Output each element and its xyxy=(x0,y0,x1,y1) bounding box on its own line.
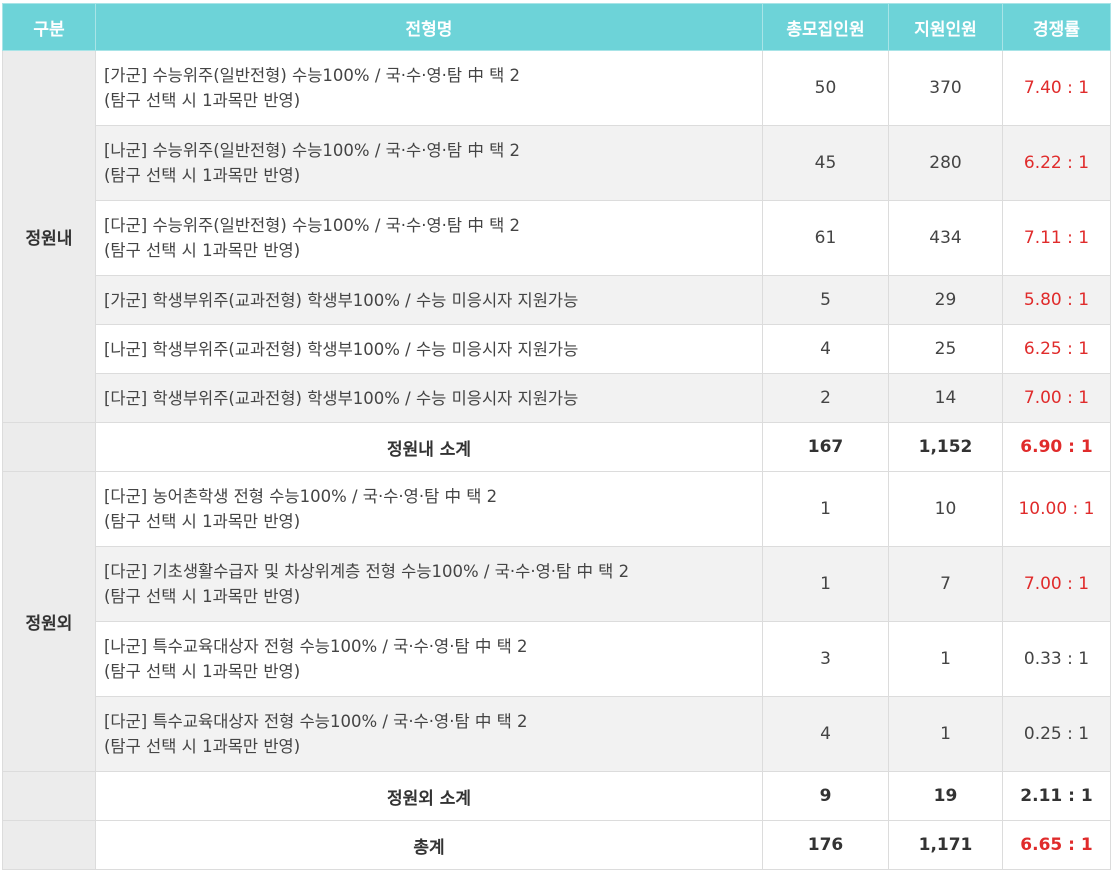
total-quota-cell: 61 xyxy=(762,200,889,276)
admission-name-cell: [다군] 특수교육대상자 전형 수능100% / 국·수·영·탐 中 택 2 (탐… xyxy=(95,696,763,772)
subtotal-total-quota: 167 xyxy=(762,422,889,472)
total-quota-cell: 1 xyxy=(762,471,889,547)
total-quota-cell: 4 xyxy=(762,324,889,374)
applicants-cell: 280 xyxy=(888,125,1003,201)
table-row: [나군] 특수교육대상자 전형 수능100% / 국·수·영·탐 中 택 2 (탐… xyxy=(3,621,1111,697)
ratio-cell: 7.00 : 1 xyxy=(1002,373,1111,423)
admission-stats-table: 구분 전형명 총모집인원 지원인원 경쟁률 정원내 [가군] 수능위주(일반전형… xyxy=(2,3,1111,870)
admission-name-cell: [나군] 수능위주(일반전형) 수능100% / 국·수·영·탐 中 택 2 (탐… xyxy=(95,125,763,201)
subtotal-ratio: 6.90 : 1 xyxy=(1002,422,1111,472)
total-quota-cell: 1 xyxy=(762,546,889,622)
grand-total-category-cell xyxy=(2,820,96,870)
grand-total-quota: 176 xyxy=(762,820,889,870)
table-row: 정원내 [가군] 수능위주(일반전형) 수능100% / 국·수·영·탐 中 택… xyxy=(2,50,1111,423)
admission-name-cell: [다군] 학생부위주(교과전형) 학생부100% / 수능 미응시자 지원가능 xyxy=(95,373,763,423)
table-row: [다군] 학생부위주(교과전형) 학생부100% / 수능 미응시자 지원가능 … xyxy=(3,373,1111,423)
applicants-cell: 370 xyxy=(888,50,1003,126)
subtotal-category-cell xyxy=(2,771,96,821)
table-row: [다군] 기초생활수급자 및 차상위계층 전형 수능100% / 국·수·영·탐… xyxy=(3,546,1111,622)
header-category: 구분 xyxy=(2,3,96,51)
subtotal-total-quota: 9 xyxy=(762,771,889,821)
total-quota-cell: 3 xyxy=(762,621,889,697)
ratio-cell: 0.25 : 1 xyxy=(1002,696,1111,772)
applicants-cell: 7 xyxy=(888,546,1003,622)
table-header-row: 구분 전형명 총모집인원 지원인원 경쟁률 xyxy=(2,3,1111,51)
table-row: [나군] 학생부위주(교과전형) 학생부100% / 수능 미응시자 지원가능 … xyxy=(3,324,1111,374)
subtotal-category-cell xyxy=(2,422,96,472)
applicants-cell: 1 xyxy=(888,621,1003,697)
subtotal-label: 정원외 소계 xyxy=(95,771,763,821)
table-row: [다군] 수능위주(일반전형) 수능100% / 국·수·영·탐 中 택 2 (탐… xyxy=(3,200,1111,276)
grand-total-applicants: 1,171 xyxy=(888,820,1003,870)
applicants-cell: 25 xyxy=(888,324,1003,374)
admission-name-cell: [다군] 농어촌학생 전형 수능100% / 국·수·영·탐 中 택 2 (탐구 … xyxy=(95,471,763,547)
header-applicants: 지원인원 xyxy=(888,3,1003,51)
subtotal-ratio: 2.11 : 1 xyxy=(1002,771,1111,821)
grand-total-label: 총계 xyxy=(95,820,763,870)
applicants-cell: 10 xyxy=(888,471,1003,547)
subtotal-out-quota-row: 정원외 소계 9 19 2.11 : 1 xyxy=(2,771,1111,821)
grand-total-row: 총계 176 1,171 6.65 : 1 xyxy=(2,820,1111,870)
ratio-cell: 7.00 : 1 xyxy=(1002,546,1111,622)
admission-name-cell: [다군] 기초생활수급자 및 차상위계층 전형 수능100% / 국·수·영·탐… xyxy=(95,546,763,622)
ratio-cell: 0.33 : 1 xyxy=(1002,621,1111,697)
total-quota-cell: 5 xyxy=(762,275,889,325)
category-in-quota: 정원내 xyxy=(2,50,96,423)
subtotal-in-quota-row: 정원내 소계 167 1,152 6.90 : 1 xyxy=(2,422,1111,472)
category-out-quota: 정원외 xyxy=(2,471,96,772)
header-admission-name: 전형명 xyxy=(95,3,763,51)
ratio-cell: 6.25 : 1 xyxy=(1002,324,1111,374)
admission-name-cell: [나군] 특수교육대상자 전형 수능100% / 국·수·영·탐 中 택 2 (탐… xyxy=(95,621,763,697)
admission-name-cell: [나군] 학생부위주(교과전형) 학생부100% / 수능 미응시자 지원가능 xyxy=(95,324,763,374)
table-row: [다군] 특수교육대상자 전형 수능100% / 국·수·영·탐 中 택 2 (탐… xyxy=(3,696,1111,772)
total-quota-cell: 45 xyxy=(762,125,889,201)
grand-total-ratio: 6.65 : 1 xyxy=(1002,820,1111,870)
table-row: [나군] 수능위주(일반전형) 수능100% / 국·수·영·탐 中 택 2 (탐… xyxy=(3,125,1111,201)
ratio-cell: 5.80 : 1 xyxy=(1002,275,1111,325)
table-row: [가군] 학생부위주(교과전형) 학생부100% / 수능 미응시자 지원가능 … xyxy=(3,275,1111,325)
total-quota-cell: 50 xyxy=(762,50,889,126)
applicants-cell: 1 xyxy=(888,696,1003,772)
applicants-cell: 14 xyxy=(888,373,1003,423)
ratio-cell: 10.00 : 1 xyxy=(1002,471,1111,547)
admission-name-cell: [다군] 수능위주(일반전형) 수능100% / 국·수·영·탐 中 택 2 (탐… xyxy=(95,200,763,276)
total-quota-cell: 4 xyxy=(762,696,889,772)
ratio-cell: 6.22 : 1 xyxy=(1002,125,1111,201)
subtotal-applicants: 1,152 xyxy=(888,422,1003,472)
total-quota-cell: 2 xyxy=(762,373,889,423)
subtotal-applicants: 19 xyxy=(888,771,1003,821)
ratio-cell: 7.11 : 1 xyxy=(1002,200,1111,276)
applicants-cell: 29 xyxy=(888,275,1003,325)
admission-name-cell: [가군] 수능위주(일반전형) 수능100% / 국·수·영·탐 中 택 2 (탐… xyxy=(95,50,763,126)
header-competition-ratio: 경쟁률 xyxy=(1002,3,1111,51)
ratio-cell: 7.40 : 1 xyxy=(1002,50,1111,126)
table-row: 정원외 [다군] 농어촌학생 전형 수능100% / 국·수·영·탐 中 택 2… xyxy=(2,471,1111,772)
subtotal-label: 정원내 소계 xyxy=(95,422,763,472)
header-total-quota: 총모집인원 xyxy=(762,3,889,51)
admission-name-cell: [가군] 학생부위주(교과전형) 학생부100% / 수능 미응시자 지원가능 xyxy=(95,275,763,325)
applicants-cell: 434 xyxy=(888,200,1003,276)
